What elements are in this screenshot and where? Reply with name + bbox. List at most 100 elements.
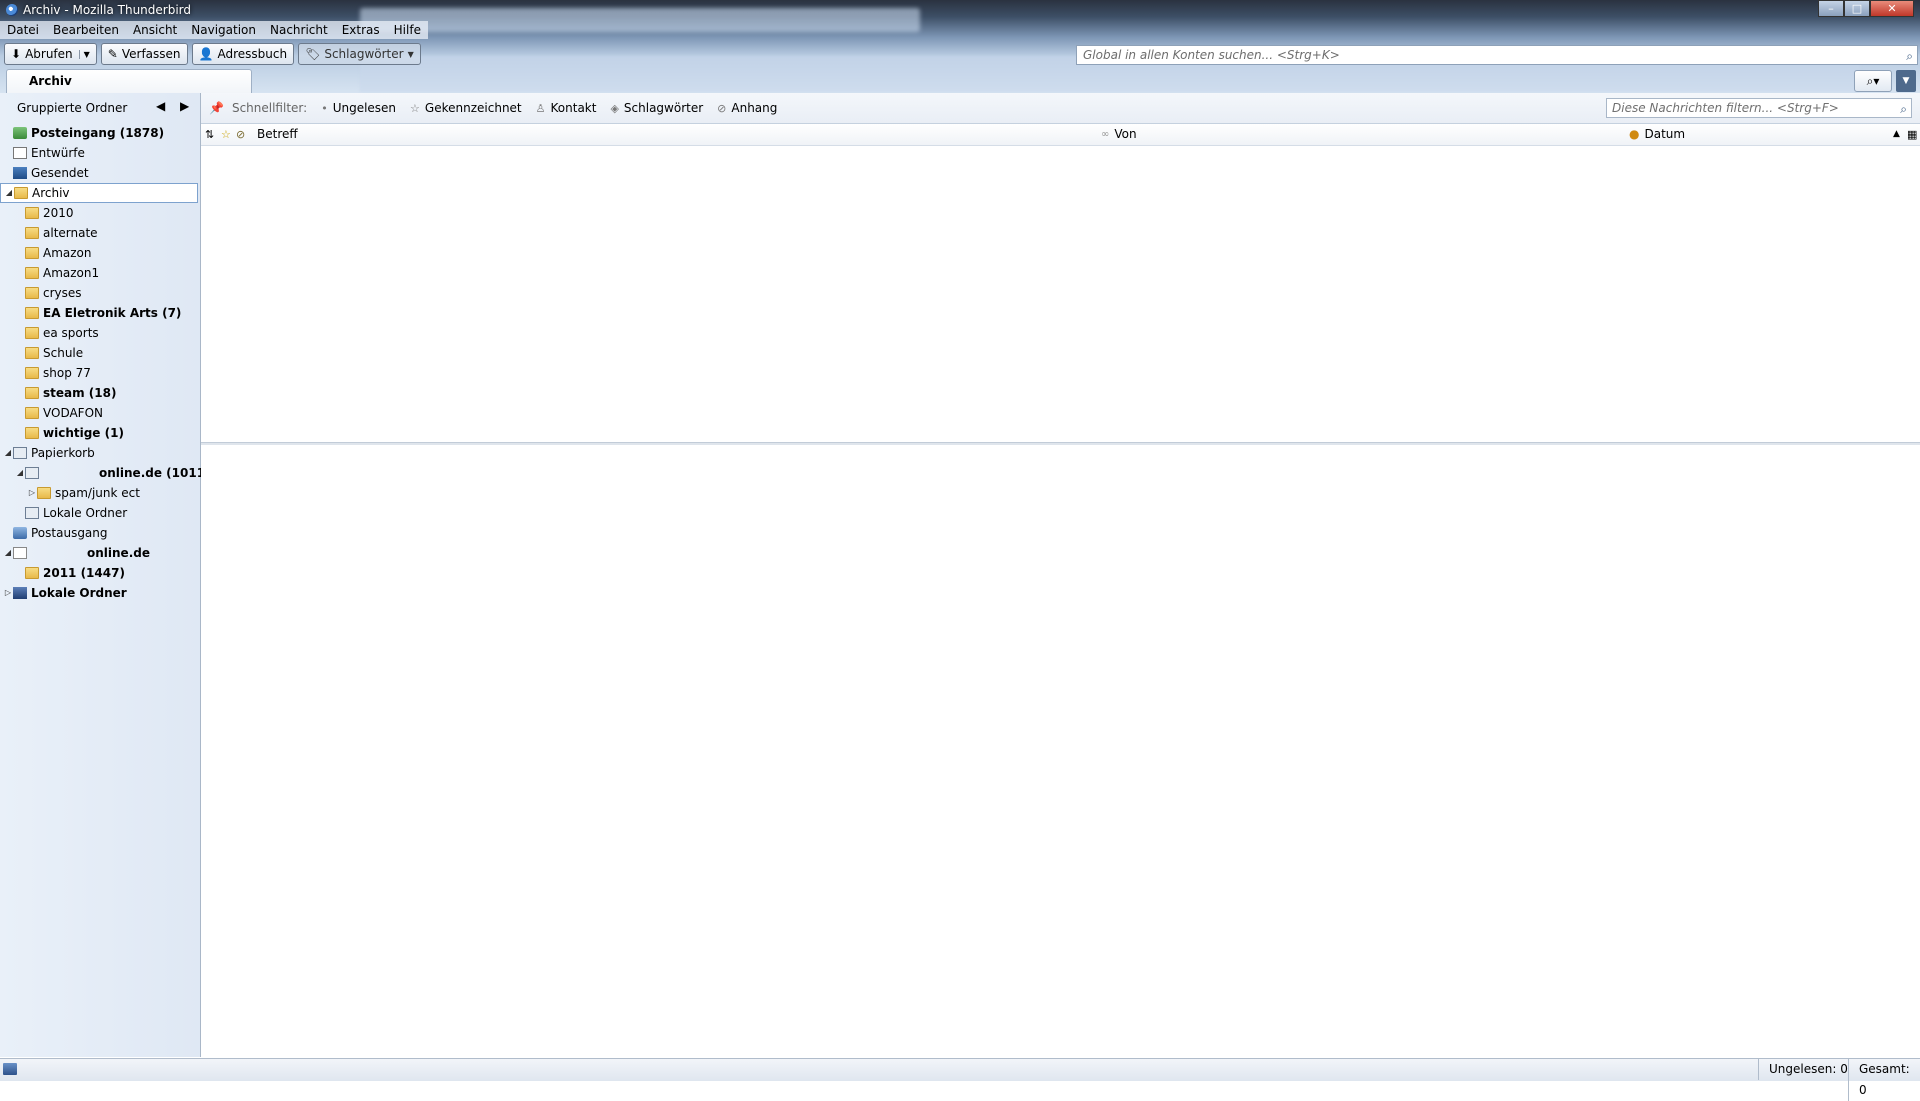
tag-icon: ◈: [610, 101, 619, 115]
get-mail-button[interactable]: ⬇ Abrufen ▼: [4, 43, 97, 65]
tags-label: Schlagwörter: [324, 47, 404, 61]
background-blur: [360, 8, 920, 32]
thread-list[interactable]: [201, 146, 1920, 442]
folder-item[interactable]: 2011 (1447): [0, 563, 198, 583]
filter-tags-label: Schlagwörter: [623, 101, 704, 115]
menu-nachricht[interactable]: Nachricht: [263, 21, 335, 39]
twisty-open-icon[interactable]: ◢: [15, 463, 25, 483]
filter-flagged-button[interactable]: ☆ Gekennzeichnet: [410, 101, 522, 115]
tags-button[interactable]: 🏷 Schlagwörter ▼: [298, 43, 421, 65]
contact-icon: 👤: [198, 47, 214, 61]
folder-item[interactable]: wichtige (1): [0, 423, 198, 443]
folder-label: Posteingang (1878): [31, 126, 165, 140]
column-date[interactable]: ● Datum: [1629, 124, 1685, 145]
column-subject[interactable]: Betreff: [257, 124, 298, 145]
folder-item[interactable]: Postausgang: [0, 523, 198, 543]
folder-item[interactable]: ◢ Papierkorb: [0, 443, 198, 463]
folder-item[interactable]: VODAFON: [0, 403, 198, 423]
column-date-label: Datum: [1644, 127, 1686, 141]
twisty-open-icon[interactable]: ◢: [3, 543, 13, 563]
filter-tags-button[interactable]: ◈ Schlagwörter: [610, 101, 703, 115]
folder-item[interactable]: steam (18): [0, 383, 198, 403]
global-search-input[interactable]: Global in allen Konten suchen... <Strg+K…: [1076, 45, 1918, 65]
twisty-open-icon[interactable]: ◢: [3, 443, 13, 463]
folder-item[interactable]: Amazon: [0, 243, 198, 263]
unread-count: Ungelesen: 0: [1758, 1059, 1858, 1080]
folder-label: EA Eletronik Arts (7): [43, 306, 182, 320]
tabs-menu-button[interactable]: ▼: [1896, 70, 1916, 92]
menu-ansicht[interactable]: Ansicht: [125, 21, 185, 39]
filter-attachment-button[interactable]: ⊘ Anhang: [717, 101, 777, 115]
folder-icon: [25, 347, 39, 359]
sort-ascending-icon: ▲: [1893, 129, 1900, 139]
outbox-icon: [13, 527, 27, 539]
folder-label: alternate: [43, 226, 98, 240]
filter-attachment-label: Anhang: [731, 101, 778, 115]
pin-icon[interactable]: 📌: [209, 101, 224, 115]
minimize-button[interactable]: –: [1818, 0, 1844, 17]
folder-mode-label[interactable]: Gruppierte Ordner: [17, 101, 127, 115]
folder-item[interactable]: Amazon1: [0, 263, 198, 283]
address-book-label: Adressbuch: [217, 47, 288, 61]
close-button[interactable]: ✕: [1870, 0, 1914, 17]
menu-datei[interactable]: Datei: [0, 21, 47, 39]
folder-item[interactable]: cryses: [0, 283, 198, 303]
folder-item[interactable]: Schule: [0, 343, 198, 363]
folder-item[interactable]: Lokale Ordner: [0, 503, 198, 523]
folder-item[interactable]: ea sports: [0, 323, 198, 343]
folder-item[interactable]: Gesendet: [0, 163, 198, 183]
folder-label: Amazon1: [43, 266, 100, 280]
twisty-open-icon[interactable]: ◢: [4, 183, 14, 203]
sent-icon: [13, 167, 27, 179]
menu-hilfe[interactable]: Hilfe: [386, 21, 428, 39]
folder-item[interactable]: Posteingang (1878): [0, 123, 198, 143]
folder-item[interactable]: EA Eletronik Arts (7): [0, 303, 198, 323]
filter-contact-label: Kontakt: [550, 101, 597, 115]
folder-item[interactable]: ▷ spam/junk ect: [0, 483, 198, 503]
folder-item[interactable]: ▷ Lokale Ordner: [0, 583, 198, 603]
arrow-right-icon[interactable]: ▶: [180, 99, 189, 113]
column-from[interactable]: ∞ Von: [1101, 124, 1137, 145]
folder-item[interactable]: ◢ online.de (1011): [0, 463, 211, 483]
folder-item[interactable]: ◢ Archiv: [0, 183, 198, 203]
folder-item[interactable]: 2010: [0, 203, 198, 223]
twisty-closed-icon[interactable]: ▷: [27, 483, 37, 503]
twisty-closed-icon[interactable]: ▷: [3, 583, 13, 603]
filter-contact-button[interactable]: ♙ Kontakt: [536, 101, 597, 115]
tab-archiv[interactable]: Archiv: [6, 69, 252, 93]
message-preview-pane: [201, 445, 1920, 1057]
trash-icon: [13, 447, 27, 459]
folder-item[interactable]: alternate: [0, 223, 198, 243]
menu-navigation[interactable]: Navigation: [184, 21, 263, 39]
thread-column-icon[interactable]: ⇅: [205, 124, 214, 145]
arrow-left-icon[interactable]: ◀: [156, 99, 165, 113]
folder-label: online.de (1011): [99, 466, 211, 480]
compose-label: Verfassen: [121, 47, 181, 61]
folder-icon: [25, 227, 39, 239]
folder-icon: [25, 327, 39, 339]
window-title-bar: Archiv - Mozilla Thunderbird: [6, 2, 191, 18]
thunderbird-app-icon: [6, 4, 18, 16]
address-book-button[interactable]: 👤 Adressbuch: [191, 43, 295, 65]
folder-label: online.de: [87, 546, 150, 560]
dropdown-arrow-icon[interactable]: ▼: [78, 49, 90, 59]
main-toolbar: ⬇ Abrufen ▼ ✎ Verfassen 👤 Adressbuch 🏷 S…: [0, 43, 421, 67]
folder-label: Archiv: [32, 186, 70, 200]
folder-label: spam/junk ect: [55, 486, 140, 500]
column-picker-icon[interactable]: ▦: [1907, 124, 1917, 145]
attachment-icon[interactable]: ⊘: [236, 124, 245, 145]
compose-button[interactable]: ✎ Verfassen: [100, 43, 188, 65]
folder-item[interactable]: shop 77: [0, 363, 198, 383]
folder-icon: [25, 247, 39, 259]
star-icon[interactable]: ☆: [221, 124, 231, 145]
maximize-button[interactable]: □: [1844, 0, 1870, 17]
menu-bearbeiten[interactable]: Bearbeiten: [46, 21, 126, 39]
online-status-icon[interactable]: [3, 1063, 17, 1075]
quick-search-button[interactable]: ⌕▾: [1854, 70, 1892, 92]
filter-unread-button[interactable]: • Ungelesen: [321, 101, 396, 115]
filter-messages-input[interactable]: Diese Nachrichten filtern... <Strg+F> ⌕: [1606, 98, 1912, 118]
folder-item[interactable]: Entwürfe: [0, 143, 198, 163]
folder-icon: [25, 287, 39, 299]
menu-extras[interactable]: Extras: [334, 21, 387, 39]
folder-item[interactable]: ◢ online.de: [0, 543, 198, 563]
